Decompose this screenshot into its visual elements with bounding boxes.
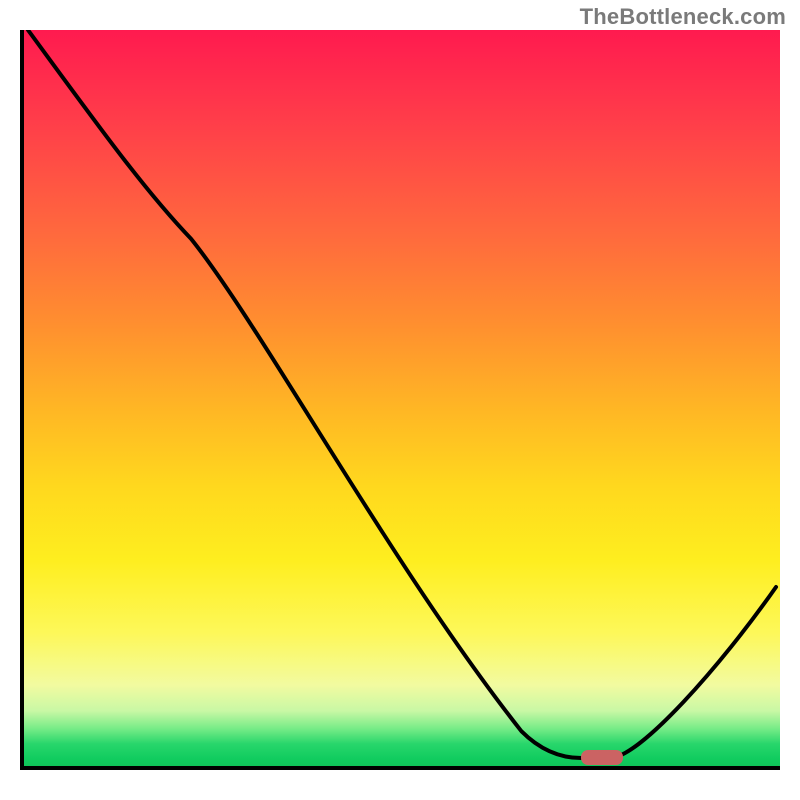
plot-frame (20, 30, 780, 770)
optimal-marker (581, 750, 623, 765)
watermark-text: TheBottleneck.com (580, 4, 786, 30)
curve-path (28, 30, 776, 758)
bottleneck-curve (24, 30, 780, 766)
chart-stage: TheBottleneck.com (0, 0, 800, 800)
